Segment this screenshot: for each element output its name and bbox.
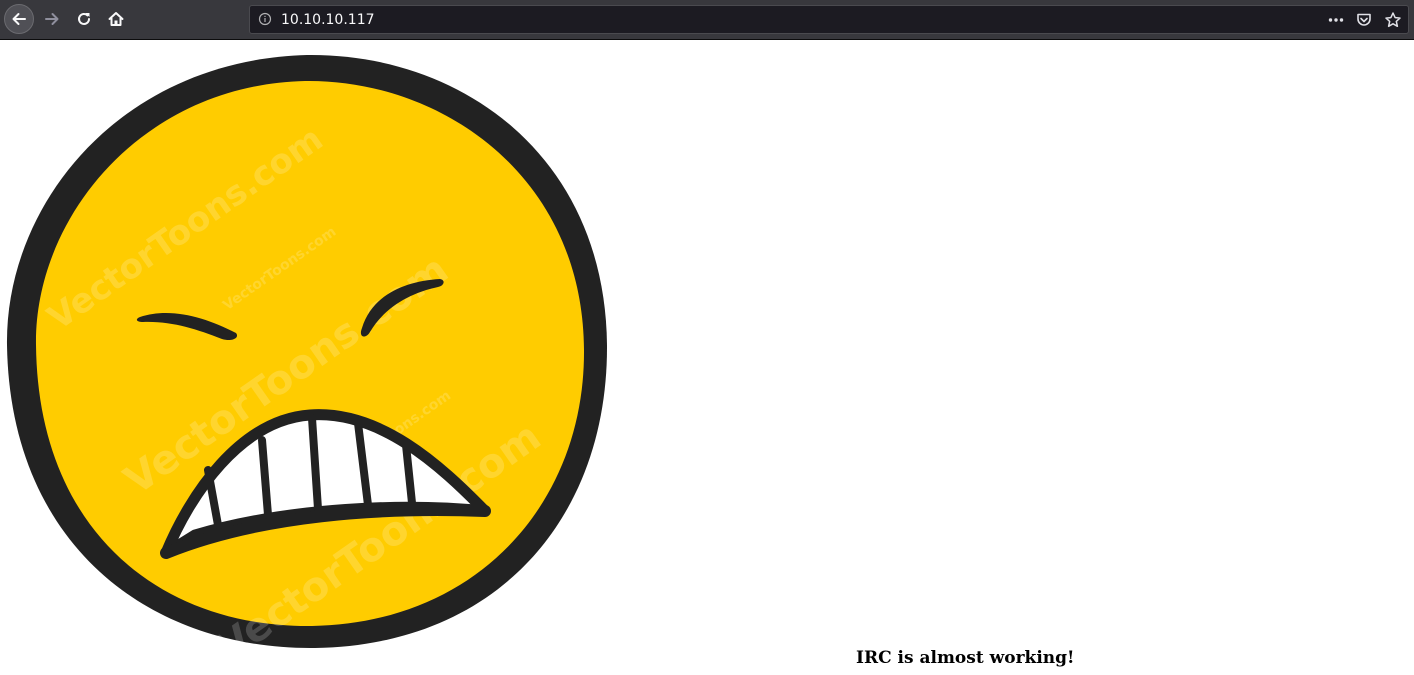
page-actions-button[interactable] [1327, 11, 1345, 29]
url-text[interactable]: 10.10.10.117 [281, 12, 375, 28]
pocket-button[interactable] [1355, 11, 1373, 29]
browser-toolbar: 10.10.10.117 [0, 0, 1414, 40]
forward-arrow-icon [45, 13, 59, 25]
bookmark-button[interactable] [1384, 11, 1402, 29]
forward-button[interactable] [37, 4, 67, 34]
reload-button[interactable] [69, 4, 99, 34]
home-icon [108, 12, 124, 26]
back-arrow-icon [12, 13, 26, 25]
page-content: VectorToons.com VectorToons.com VectorTo… [0, 40, 1414, 675]
url-bar[interactable]: 10.10.10.117 [249, 5, 1409, 34]
info-icon[interactable] [258, 12, 272, 26]
reload-icon [78, 12, 90, 25]
grimacing-smiley-image: VectorToons.com VectorToons.com VectorTo… [6, 54, 608, 657]
home-button[interactable] [101, 4, 131, 34]
back-button[interactable] [4, 4, 34, 34]
more-dots-icon [1328, 18, 1344, 22]
pocket-icon [1357, 13, 1371, 26]
page-message: IRC is almost working! [856, 648, 1075, 668]
star-icon [1385, 12, 1401, 28]
